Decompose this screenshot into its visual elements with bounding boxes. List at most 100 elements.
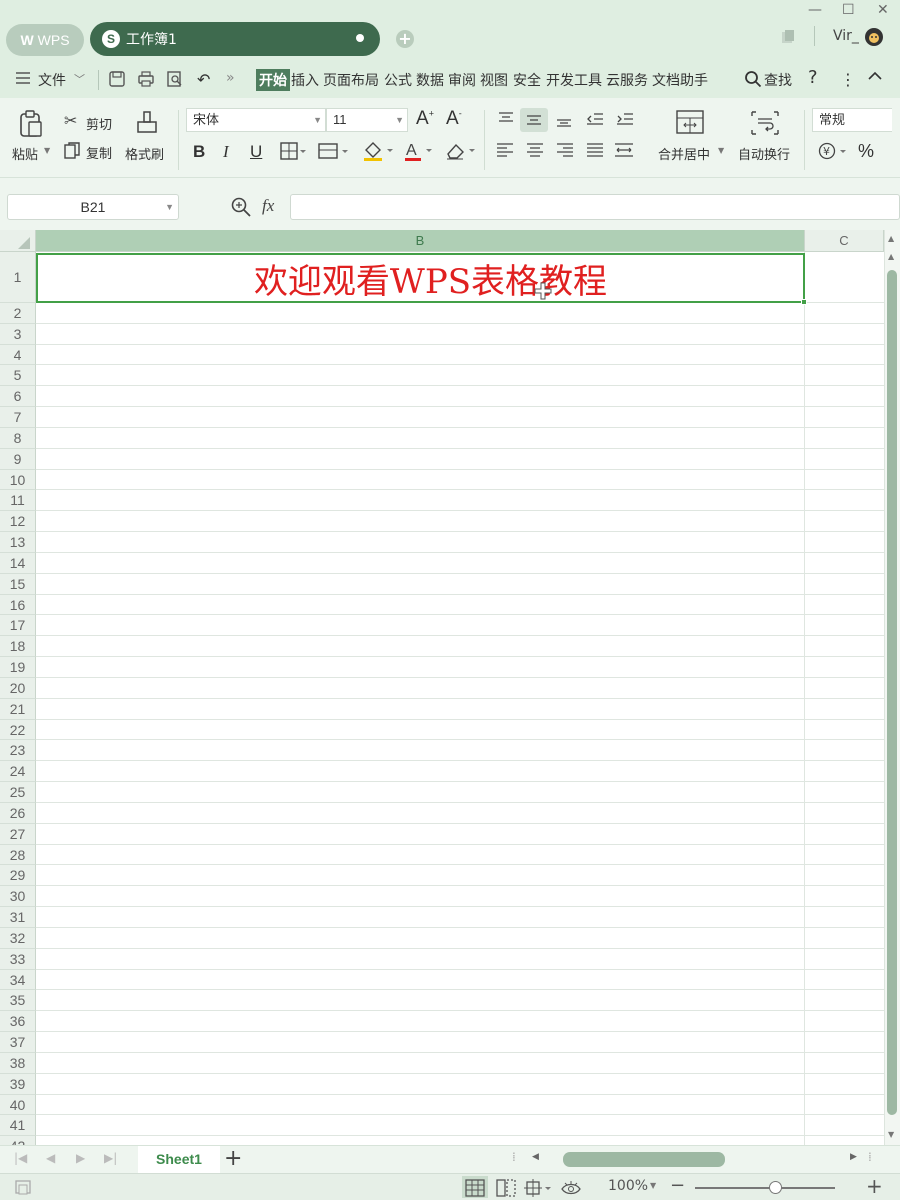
row-header[interactable]: 41 xyxy=(0,1115,36,1137)
row-header[interactable]: 38 xyxy=(0,1052,36,1074)
align-top-icon[interactable] xyxy=(498,111,514,131)
unsaved-dot-icon[interactable] xyxy=(356,34,364,42)
font-color-icon[interactable]: A xyxy=(404,140,434,166)
row-header[interactable]: 18 xyxy=(0,636,36,658)
last-sheet-icon[interactable]: ▶| xyxy=(104,1151,117,1165)
cell-b1[interactable]: 欢迎观看WPS表格教程 xyxy=(36,253,805,303)
row-header[interactable]: 39 xyxy=(0,1073,36,1095)
row-header[interactable]: 11 xyxy=(0,490,36,512)
italic-icon[interactable]: I xyxy=(223,142,229,162)
scissors-icon[interactable]: ✂ xyxy=(64,113,77,129)
menu-tab-page-layout[interactable]: 页面布局 xyxy=(323,70,379,90)
row-header[interactable]: 17 xyxy=(0,615,36,637)
row-header[interactable]: 31 xyxy=(0,907,36,928)
name-box[interactable]: B21 ▼ xyxy=(7,194,179,220)
page-break-view-icon[interactable] xyxy=(496,1179,516,1201)
split-handle-icon[interactable]: ⁞ xyxy=(512,1150,516,1164)
row-header[interactable]: 13 xyxy=(0,532,36,553)
cut-button[interactable]: 剪切 xyxy=(86,114,112,133)
wps-home-tab[interactable]: W WPS xyxy=(6,24,84,56)
row-header[interactable]: 25 xyxy=(0,782,36,803)
minimize-button[interactable]: — xyxy=(808,2,822,18)
align-center-icon[interactable] xyxy=(526,142,544,162)
row-header[interactable]: 26 xyxy=(0,802,36,824)
print-preview-icon[interactable] xyxy=(166,70,184,92)
merge-center-icon[interactable] xyxy=(676,110,704,138)
split-handle-icon[interactable]: ⁞ xyxy=(868,1150,872,1164)
search-button[interactable]: 查找 xyxy=(764,70,792,90)
wrap-text-icon[interactable] xyxy=(750,110,780,140)
align-left-icon[interactable] xyxy=(496,142,514,162)
row-header[interactable]: 10 xyxy=(0,469,36,491)
more-options-icon[interactable]: ⋮ xyxy=(840,70,856,89)
font-size-select[interactable]: 11 ▼ xyxy=(326,108,408,132)
zoom-formula-icon[interactable] xyxy=(230,196,252,222)
print-icon[interactable] xyxy=(137,70,155,92)
zoom-out-button[interactable]: − xyxy=(670,1175,685,1196)
normal-view-icon[interactable] xyxy=(465,1179,485,1201)
row-header[interactable]: 1 xyxy=(0,252,36,303)
menu-tab-data[interactable]: 数据 xyxy=(416,70,444,90)
vertical-scroll-thumb[interactable] xyxy=(887,270,897,1115)
row-header[interactable]: 28 xyxy=(0,844,36,866)
row-header[interactable]: 24 xyxy=(0,761,36,783)
row-header[interactable]: 12 xyxy=(0,511,36,533)
row-header[interactable]: 35 xyxy=(0,990,36,1012)
increase-indent-icon[interactable] xyxy=(616,111,634,131)
menu-tab-review[interactable]: 审阅 xyxy=(448,70,476,90)
zoom-dropdown-icon[interactable]: ▼ xyxy=(650,1181,656,1190)
menu-tab-insert[interactable]: 插入 xyxy=(291,70,319,90)
zoom-in-button[interactable]: + xyxy=(866,1174,883,1198)
page-layout-view-icon[interactable] xyxy=(524,1179,552,1201)
format-painter-button[interactable]: 格式刷 xyxy=(125,144,164,163)
new-tab-button[interactable]: + xyxy=(396,30,414,48)
eye-protection-icon[interactable] xyxy=(560,1179,582,1201)
prev-sheet-icon[interactable]: ◀ xyxy=(46,1151,55,1165)
macro-record-icon[interactable] xyxy=(14,1179,34,1201)
first-sheet-icon[interactable]: |◀ xyxy=(14,1151,27,1165)
row-header[interactable]: 33 xyxy=(0,948,36,970)
scroll-up-icon[interactable]: ▲ xyxy=(888,234,894,243)
distributed-align-icon[interactable] xyxy=(614,142,634,162)
sheet-tab-sheet1[interactable]: Sheet1 xyxy=(138,1146,220,1173)
column-header-c[interactable]: C xyxy=(805,230,884,252)
scroll-right-icon[interactable]: ▶ xyxy=(850,1152,857,1162)
fx-icon[interactable]: fx xyxy=(262,196,274,216)
border-icon[interactable] xyxy=(280,142,306,164)
spreadsheet-grid[interactable]: B C 1 2 3 4 5 6 7 8 9 10 11 12 13 14 15 16 17 18 19 20 21 22 2… xyxy=(0,230,884,1145)
add-sheet-button[interactable]: + xyxy=(224,1146,242,1171)
fill-handle[interactable] xyxy=(801,299,807,305)
row-header[interactable]: 15 xyxy=(0,573,36,595)
font-name-select[interactable]: 宋体 ▼ xyxy=(186,108,326,132)
currency-icon[interactable]: ¥ xyxy=(818,142,848,164)
document-tab[interactable]: S 工作簿1 xyxy=(90,22,380,56)
zoom-slider-track[interactable] xyxy=(695,1187,835,1189)
row-header[interactable]: 19 xyxy=(0,657,36,678)
decrease-indent-icon[interactable] xyxy=(586,111,604,131)
row-header[interactable]: 21 xyxy=(0,698,36,720)
row-header[interactable]: 7 xyxy=(0,407,36,428)
row-header[interactable]: 36 xyxy=(0,1011,36,1033)
help-icon[interactable]: ? xyxy=(808,67,818,88)
fill-pattern-icon[interactable] xyxy=(318,142,348,164)
menu-tab-cloud[interactable]: 云服务 xyxy=(606,70,648,90)
undo-icon[interactable]: ↶ xyxy=(197,70,210,89)
underline-icon[interactable]: U xyxy=(250,142,262,162)
row-header[interactable]: 29 xyxy=(0,865,36,887)
maximize-button[interactable]: ☐ xyxy=(842,2,855,18)
bold-icon[interactable]: B xyxy=(193,142,205,162)
paste-icon[interactable] xyxy=(18,110,44,142)
next-sheet-icon[interactable]: ▶ xyxy=(76,1151,85,1165)
row-header[interactable]: 23 xyxy=(0,740,36,762)
format-painter-icon[interactable] xyxy=(136,110,158,140)
row-header[interactable]: 37 xyxy=(0,1032,36,1053)
row-header[interactable]: 27 xyxy=(0,823,36,845)
menu-tab-assistant[interactable]: 文档助手 xyxy=(652,70,708,90)
fill-color-icon[interactable] xyxy=(362,140,394,166)
doc-restore-icon[interactable] xyxy=(780,29,796,49)
row-header[interactable]: 34 xyxy=(0,969,36,991)
merge-dropdown-icon[interactable]: ▼ xyxy=(718,146,724,155)
row-header[interactable]: 16 xyxy=(0,594,36,616)
collapse-ribbon-icon[interactable] xyxy=(866,67,884,89)
row-header[interactable]: 3 xyxy=(0,323,36,345)
